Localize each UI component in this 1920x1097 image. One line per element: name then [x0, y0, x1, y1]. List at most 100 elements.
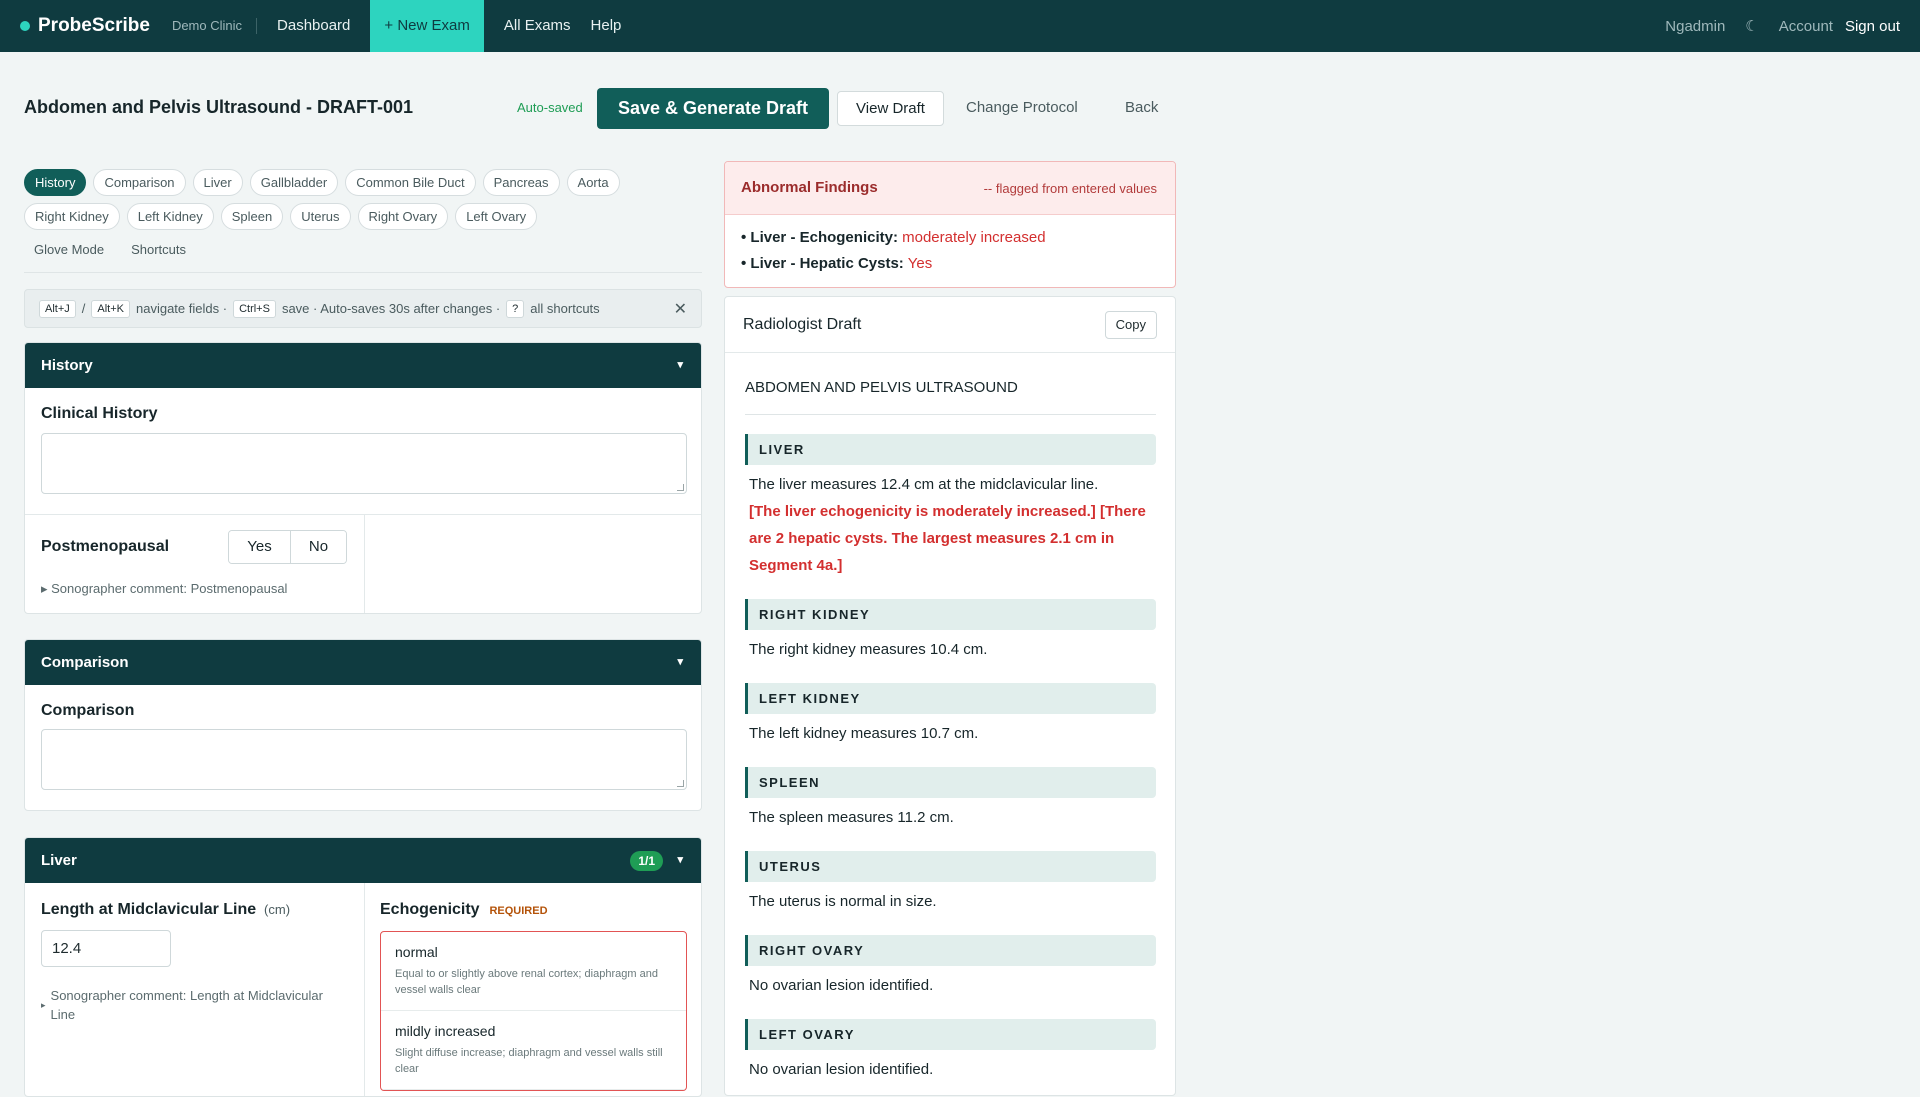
shortcut-text-navigate: navigate fields · [136, 301, 228, 316]
draft-uterus-text: The uterus is normal in size. [749, 893, 937, 910]
app-logo[interactable]: ProbeScribe [38, 15, 150, 37]
user-name: Ngadmin [1665, 17, 1726, 35]
save-generate-draft-button[interactable]: Save & Generate Draft [597, 88, 829, 129]
tab-left-kidney[interactable]: Left Kidney [126, 203, 214, 230]
length-label: Length at Midclavicular Line [41, 901, 257, 918]
draft-liver-normal: The liver measures 12.4 cm at the midcla… [749, 476, 1099, 493]
tab-comparison[interactable]: Comparison [93, 169, 186, 196]
history-section-header[interactable]: History ▾ [25, 343, 701, 388]
close-icon[interactable]: ✕ [674, 299, 687, 319]
sonographer-comment-toggle[interactable]: ▸ Sonographer comment: Length at Midclav… [41, 986, 351, 1024]
postmenopausal-toggle: Yes No [228, 530, 347, 564]
draft-exam-title: ABDOMEN AND PELVIS ULTRASOUND [745, 379, 1018, 396]
abnormal-findings-header: Abnormal Findings -- flagged from entere… [725, 162, 1175, 215]
draft-header: Radiologist Draft Copy [725, 297, 1175, 353]
sign-out-link[interactable]: Sign out [1845, 18, 1900, 35]
draft-section-right-ovary: RIGHT OVARY [745, 935, 1156, 966]
draft-liver-flagged: [The liver echogenicity is moderately in… [749, 503, 1146, 574]
echogenicity-field-label: Echogenicity REQUIRED [380, 901, 548, 919]
option-description: Slight diffuse increase; diaphragm and v… [395, 1047, 663, 1075]
clinical-history-field[interactable] [41, 433, 687, 494]
shortcuts-toggle[interactable]: Shortcuts [121, 237, 196, 264]
tab-left-ovary[interactable]: Left Ovary [455, 203, 538, 230]
divider [745, 414, 1156, 415]
tab-right-ovary[interactable]: Right Ovary [357, 203, 449, 230]
tab-aorta[interactable]: Aorta [566, 169, 620, 196]
tab-gallbladder[interactable]: Gallbladder [249, 169, 339, 196]
back-button[interactable]: Back [1125, 99, 1158, 116]
comparison-section-header[interactable]: Comparison ▾ [25, 640, 701, 685]
finding-value: moderately increased [902, 229, 1046, 246]
tab-uterus[interactable]: Uterus [290, 203, 351, 230]
kbd-alt-k: Alt+K [91, 299, 130, 318]
divider [364, 883, 365, 1096]
liver-section-header[interactable]: Liver 1/1 ▾ [25, 838, 701, 883]
shortcut-hint-bar: Alt+J / Alt+K navigate fields · Ctrl+S s… [24, 289, 702, 328]
tab-liver[interactable]: Liver [192, 169, 243, 196]
sonographer-comment-label: Sonographer comment: Length at Midclavic… [50, 988, 323, 1022]
option-title: normal [395, 944, 438, 960]
chevron-down-icon[interactable]: ▾ [677, 640, 683, 685]
tab-spleen[interactable]: Spleen [220, 203, 284, 230]
section-title: Liver [41, 852, 77, 869]
nav-all-exams[interactable]: All Exams [504, 0, 571, 52]
abnormal-finding-item: • Liver - Echogenicity: moderately incre… [741, 229, 1046, 246]
section-tabs: History Comparison Liver Gallbladder Com… [24, 169, 704, 271]
required-badge: REQUIRED [489, 905, 548, 917]
draft-section-uterus: UTERUS [745, 851, 1156, 882]
option-normal[interactable]: normal Equal to or slightly above renal … [381, 932, 686, 1011]
chevron-down-icon[interactable]: ▾ [677, 838, 683, 883]
radiologist-draft-panel: Radiologist Draft Copy ABDOMEN AND PELVI… [724, 296, 1176, 1096]
account-link[interactable]: Account [1779, 18, 1833, 35]
draft-right-ovary-text: No ovarian lesion identified. [749, 977, 934, 994]
abnormal-findings-note: -- flagged from entered values [983, 181, 1157, 196]
draft-left-ovary-text: No ovarian lesion identified. [749, 1061, 934, 1078]
clinical-history-label: Clinical History [41, 405, 158, 422]
comparison-label: Comparison [41, 702, 135, 719]
draft-section-liver: LIVER [745, 434, 1156, 465]
echogenicity-label: Echogenicity [380, 901, 480, 918]
tab-common-bile-duct[interactable]: Common Bile Duct [345, 169, 476, 196]
history-section: History ▾ Clinical History Postmenopausa… [24, 342, 702, 614]
no-button[interactable]: No [291, 531, 346, 563]
draft-title: Radiologist Draft [743, 316, 862, 333]
tab-right-kidney[interactable]: Right Kidney [24, 203, 120, 230]
view-draft-button[interactable]: View Draft [837, 91, 944, 126]
comparison-field[interactable] [41, 729, 687, 790]
copy-button[interactable]: Copy [1104, 311, 1157, 339]
theme-toggle-icon[interactable]: ☾ [1745, 17, 1758, 35]
nav-help[interactable]: Help [591, 0, 622, 52]
option-title: mildly increased [395, 1023, 496, 1039]
draft-section-left-kidney: LEFT KIDNEY [745, 683, 1156, 714]
completion-badge: 1/1 [630, 851, 663, 871]
sonographer-comment-toggle[interactable]: ▸ Sonographer comment: Postmenopausal [41, 581, 287, 597]
yes-button[interactable]: Yes [229, 531, 291, 563]
kbd-alt-j: Alt+J [39, 299, 76, 318]
divider [24, 272, 702, 273]
tab-history[interactable]: History [24, 169, 87, 196]
draft-right-kidney-text: The right kidney measures 10.4 cm. [749, 641, 988, 658]
shortcut-text-save: save · Auto-saves 30s after changes · [281, 301, 501, 316]
option-mildly-increased[interactable]: mildly increased Slight diffuse increase… [381, 1011, 686, 1090]
length-field-label: Length at Midclavicular Line (cm) [41, 901, 290, 919]
shortcut-text-all: all shortcuts [530, 301, 600, 316]
finding-value: Yes [907, 255, 933, 272]
echogenicity-options: normal Equal to or slightly above renal … [380, 931, 687, 1091]
section-title: History [41, 357, 93, 374]
chevron-down-icon[interactable]: ▾ [677, 343, 683, 388]
triangle-right-icon: ▸ [41, 1000, 46, 1010]
draft-section-left-ovary: LEFT OVARY [745, 1019, 1156, 1050]
draft-left-kidney-text: The left kidney measures 10.7 cm. [749, 725, 979, 742]
nav-new-exam-button[interactable]: + New Exam [370, 0, 484, 52]
draft-liver-text: The liver measures 12.4 cm at the midcla… [749, 471, 1154, 579]
page-title: Abdomen and Pelvis Ultrasound - DRAFT-00… [24, 97, 414, 117]
tab-pancreas[interactable]: Pancreas [482, 169, 560, 196]
kbd-separator: / [81, 301, 86, 316]
kbd-question: ? [506, 299, 525, 318]
change-protocol-button[interactable]: Change Protocol [966, 99, 1078, 116]
glove-mode-toggle[interactable]: Glove Mode [24, 237, 114, 264]
nav-dashboard[interactable]: Dashboard [277, 0, 350, 52]
logo-dot-icon [20, 21, 30, 31]
draft-spleen-text: The spleen measures 11.2 cm. [749, 809, 954, 826]
length-input[interactable]: 12.4 [41, 930, 171, 967]
